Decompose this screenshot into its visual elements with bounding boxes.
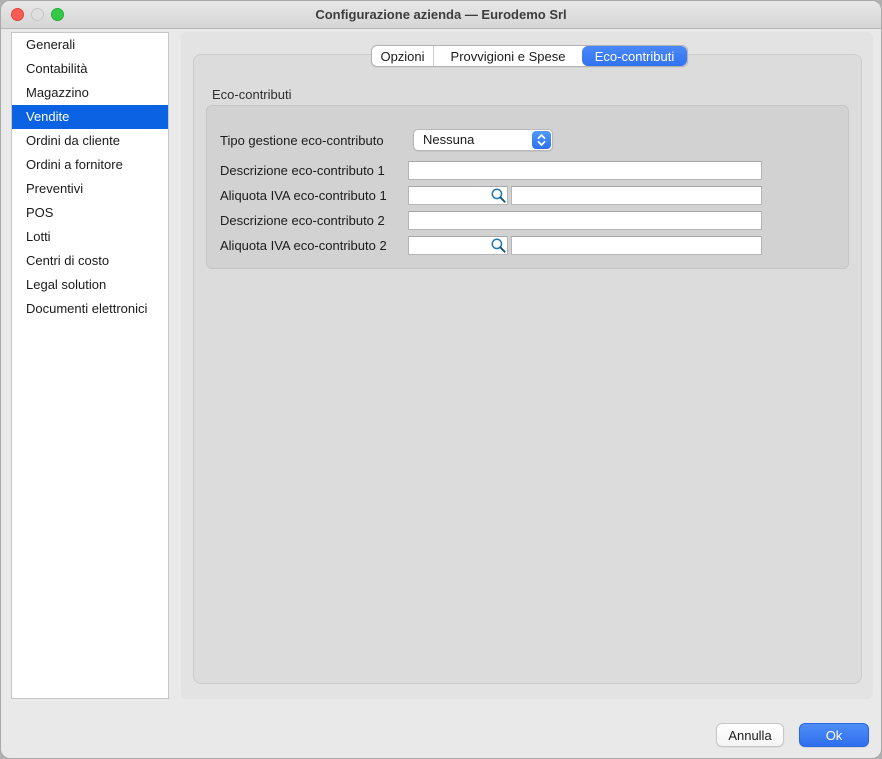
aliquota-2-lookup-field xyxy=(408,236,508,255)
sidebar-item-ordini-da-cliente[interactable]: Ordini da cliente xyxy=(12,129,168,153)
ok-button[interactable]: Ok xyxy=(799,723,869,747)
sidebar-item-vendite[interactable]: Vendite xyxy=(12,105,168,129)
tipo-gestione-popup[interactable]: Nessuna xyxy=(413,129,553,151)
aliquota-2-description-input[interactable] xyxy=(511,236,762,255)
sidebar: Generali Contabilità Magazzino Vendite O… xyxy=(11,32,169,699)
descrizione-2-label: Descrizione eco-contributo 2 xyxy=(220,211,415,230)
settings-window: Configurazione azienda — Eurodemo Srl Ge… xyxy=(0,0,882,759)
sidebar-item-documenti-elettronici[interactable]: Documenti elettronici xyxy=(12,297,168,321)
sidebar-item-magazzino[interactable]: Magazzino xyxy=(12,81,168,105)
sidebar-item-generali[interactable]: Generali xyxy=(12,33,168,57)
sidebar-item-preventivi[interactable]: Preventivi xyxy=(12,177,168,201)
titlebar: Configurazione azienda — Eurodemo Srl xyxy=(1,1,881,29)
tab-opzioni[interactable]: Opzioni xyxy=(372,46,434,66)
tab-provvigioni-e-spese[interactable]: Provvigioni e Spese xyxy=(434,46,582,66)
sidebar-item-pos[interactable]: POS xyxy=(12,201,168,225)
group-box-title: Eco-contributi xyxy=(212,87,291,102)
search-icon[interactable] xyxy=(490,187,507,204)
descrizione-1-input[interactable] xyxy=(408,161,762,180)
tab-bar: Opzioni Provvigioni e Spese Eco-contribu… xyxy=(371,45,688,67)
chevron-up-down-icon xyxy=(532,131,551,149)
aliquota-1-lookup-field xyxy=(408,186,508,205)
descrizione-2-input[interactable] xyxy=(408,211,762,230)
descrizione-1-label: Descrizione eco-contributo 1 xyxy=(220,161,415,180)
sidebar-item-ordini-a-fornitore[interactable]: Ordini a fornitore xyxy=(12,153,168,177)
tab-eco-contributi[interactable]: Eco-contributi xyxy=(582,46,687,66)
aliquota-1-label: Aliquota IVA eco-contributo 1 xyxy=(220,186,415,205)
sidebar-item-legal-solution[interactable]: Legal solution xyxy=(12,273,168,297)
tipo-gestione-label: Tipo gestione eco-contributo xyxy=(220,131,415,150)
popup-selected-value: Nessuna xyxy=(423,130,474,150)
sidebar-item-contabilita[interactable]: Contabilità xyxy=(12,57,168,81)
aliquota-1-description-input[interactable] xyxy=(511,186,762,205)
sidebar-item-centri-di-costo[interactable]: Centri di costo xyxy=(12,249,168,273)
search-icon[interactable] xyxy=(490,237,507,254)
sidebar-item-lotti[interactable]: Lotti xyxy=(12,225,168,249)
cancel-button[interactable]: Annulla xyxy=(716,723,784,747)
aliquota-2-label: Aliquota IVA eco-contributo 2 xyxy=(220,236,415,255)
window-title: Configurazione azienda — Eurodemo Srl xyxy=(1,1,881,29)
